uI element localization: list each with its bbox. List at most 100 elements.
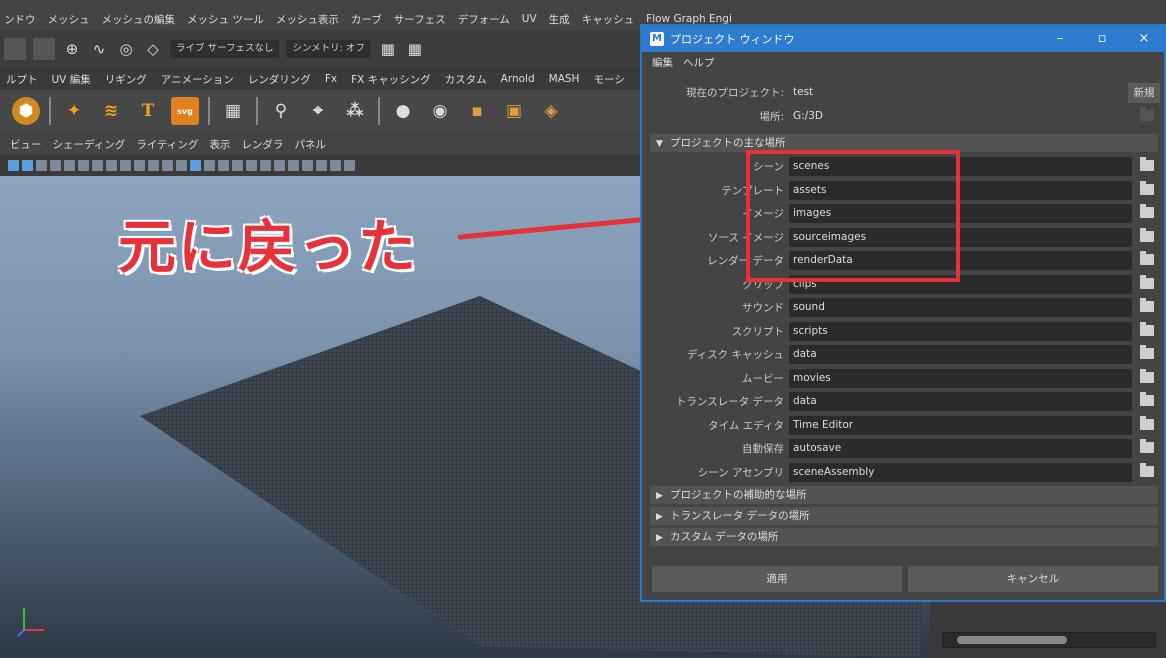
menu-item-1[interactable]: メッシュ (48, 12, 90, 27)
shelf-tab-2[interactable]: リギング (105, 72, 147, 87)
ambient-occlusion-icon[interactable] (260, 159, 271, 171)
ipr-render-icon[interactable]: ▦ (405, 39, 425, 59)
current-project-field[interactable]: test (789, 83, 1132, 102)
sparkle-icon[interactable]: ✦ (60, 97, 88, 125)
render-icon[interactable]: ▦ (378, 39, 398, 59)
shelf-tab-7[interactable]: カスタム (445, 72, 487, 87)
grid-icon[interactable] (92, 159, 103, 171)
horizontal-scrollbar[interactable] (942, 632, 1156, 648)
shelf-tab-3[interactable]: アニメーション (161, 72, 234, 87)
location-row-field[interactable]: Time Editor (789, 415, 1132, 435)
custom-locations-section[interactable]: ▶ カスタム データの場所 (650, 528, 1158, 546)
antialias-icon[interactable] (288, 159, 299, 171)
menu-item-9[interactable]: 生成 (549, 12, 570, 27)
dialog-titlebar[interactable]: M プロジェクト ウィンドウ – ▫ × (642, 26, 1164, 52)
component-mode-icon[interactable] (33, 38, 55, 60)
image-plane-icon[interactable] (50, 159, 61, 171)
folder-icon[interactable] (1140, 298, 1154, 312)
shelf-tab-6[interactable]: FX キャッシング (351, 72, 431, 87)
location-field[interactable]: G:/3D (789, 107, 1132, 126)
soccerball-icon[interactable]: ⬢ (12, 97, 40, 125)
cancel-button[interactable]: キャンセル (908, 566, 1158, 592)
folder-icon[interactable] (1140, 180, 1154, 195)
depth-of-field-icon[interactable] (302, 159, 313, 171)
folder-icon[interactable] (1140, 321, 1154, 336)
measure-icon[interactable]: ⌖ (304, 97, 332, 125)
translator-locations-section[interactable]: ▶ トランスレータ データの場所 (650, 507, 1158, 525)
smooth-shade-icon[interactable] (204, 159, 215, 171)
folder-icon[interactable] (1140, 345, 1154, 359)
snap-grid-icon[interactable]: ⊕ (62, 39, 82, 59)
folder-icon[interactable] (1140, 204, 1154, 218)
svg-icon[interactable]: svg (171, 97, 199, 125)
folder-icon[interactable] (1140, 462, 1154, 477)
isolate-select-icon[interactable] (316, 159, 327, 171)
shelf-tab-8[interactable]: Arnold (501, 73, 535, 85)
folder-icon[interactable] (1140, 227, 1154, 242)
apply-button[interactable]: 適用 (652, 566, 902, 592)
sphere-icon[interactable]: ● (389, 97, 417, 125)
text-tool-icon[interactable]: T (134, 97, 162, 125)
xray-joints-icon[interactable] (344, 159, 355, 171)
close-button[interactable]: × (1124, 26, 1164, 52)
curve-warp-icon[interactable]: ≋ (97, 97, 125, 125)
menu-item-5[interactable]: カーブ (351, 12, 382, 27)
safe-action-icon[interactable] (162, 159, 173, 171)
menu-item-0[interactable]: ンドウ (4, 12, 36, 27)
safe-title-icon[interactable] (176, 159, 187, 171)
textured-icon[interactable] (218, 159, 229, 171)
cluster-icon[interactable]: ⁂ (341, 97, 369, 125)
folder-icon[interactable] (1140, 439, 1154, 453)
location-row-field[interactable]: movies (789, 368, 1132, 388)
folder-icon[interactable] (1140, 274, 1154, 289)
live-surface-dropdown[interactable]: ライブ サーフェスなし (170, 40, 280, 58)
folder-icon[interactable] (1140, 157, 1154, 171)
maximize-button[interactable]: ▫ (1082, 26, 1122, 52)
crates-icon[interactable]: ▣ (500, 97, 528, 125)
shader-ball-icon[interactable]: ◉ (426, 97, 454, 125)
lights-icon[interactable] (232, 159, 243, 171)
gate-mask-icon[interactable] (134, 159, 145, 171)
folder-icon[interactable] (1140, 392, 1154, 406)
locator-icon[interactable]: ⚲ (267, 97, 295, 125)
shadows-icon[interactable] (246, 159, 257, 171)
xray-icon[interactable] (330, 159, 341, 171)
shape-icon[interactable]: ◈ (537, 97, 565, 125)
shelf-tab-0[interactable]: ルプト (6, 72, 38, 87)
film-gate-icon[interactable] (106, 159, 117, 171)
snap-curve-icon[interactable]: ∿ (89, 39, 109, 59)
panel-menu-item-5[interactable]: パネル (294, 137, 326, 152)
panel-menu-item-0[interactable]: ビュー (10, 137, 42, 152)
panel-menu-item-3[interactable]: 表示 (209, 137, 230, 152)
folder-icon[interactable] (1140, 415, 1154, 430)
folder-icon[interactable] (1140, 107, 1154, 121)
menu-item-2[interactable]: メッシュの編集 (102, 12, 176, 27)
motion-blur-icon[interactable] (274, 159, 285, 171)
2d-pan-icon[interactable] (64, 159, 75, 171)
menu-item-3[interactable]: メッシュ ツール (187, 12, 264, 27)
location-row-field[interactable]: scripts (789, 321, 1132, 341)
symmetry-dropdown[interactable]: シンメトリ: オフ (286, 40, 371, 58)
camera-attr-icon[interactable] (22, 159, 33, 171)
panel-menu-item-1[interactable]: シェーディング (53, 137, 126, 152)
calculator-icon[interactable]: ▦ (219, 97, 247, 125)
location-row-field[interactable]: data (789, 392, 1132, 411)
grease-pencil-icon[interactable] (78, 159, 89, 171)
location-row-field[interactable]: autosave (789, 439, 1132, 458)
field-chart-icon[interactable] (148, 159, 159, 171)
menu-item-6[interactable]: サーフェス (394, 12, 446, 27)
minimize-button[interactable]: – (1040, 26, 1080, 52)
folder-icon[interactable] (1140, 251, 1154, 265)
wireframe-icon[interactable] (190, 159, 201, 171)
location-row-field[interactable]: sound (789, 298, 1132, 317)
select-tool-icon[interactable] (4, 38, 26, 60)
cubes-icon[interactable]: ▪ (463, 97, 491, 125)
snap-point-icon[interactable]: ◎ (116, 39, 136, 59)
shelf-tab-4[interactable]: レンダリング (248, 72, 311, 87)
menu-edit[interactable]: 編集 (652, 55, 673, 70)
menu-help[interactable]: ヘルプ (683, 55, 715, 70)
panel-menu-item-4[interactable]: レンダラ (241, 137, 283, 152)
scrollbar-thumb[interactable] (957, 636, 1067, 644)
shelf-tab-10[interactable]: モーシ (593, 72, 624, 87)
shelf-tab-5[interactable]: Fx (325, 73, 337, 85)
